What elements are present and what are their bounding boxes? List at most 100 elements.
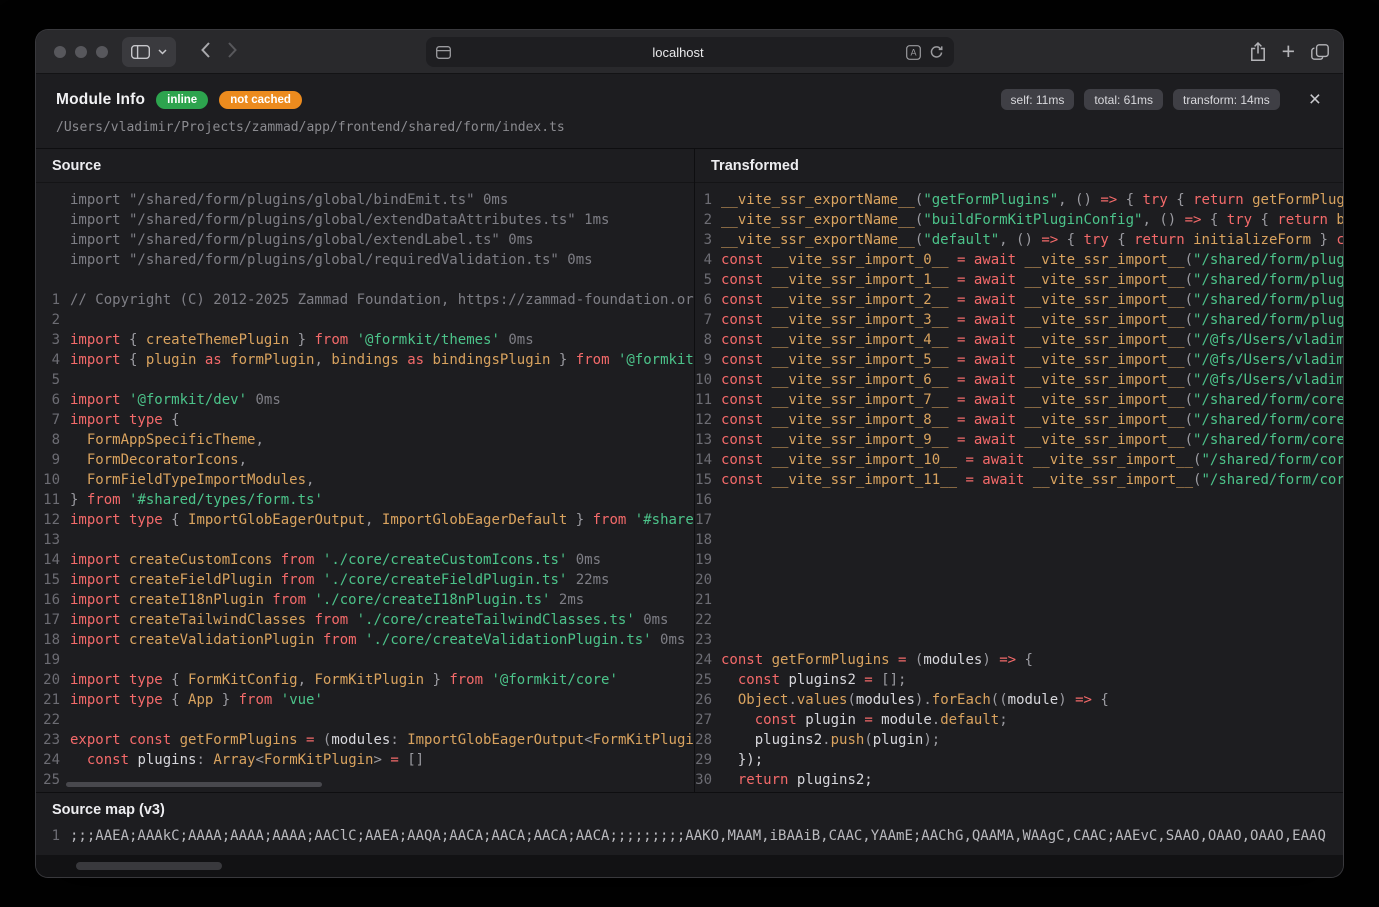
code-line-text: return plugins2;	[721, 770, 873, 790]
page-horizontal-scrollbar[interactable]	[76, 862, 222, 870]
reload-icon[interactable]	[929, 45, 944, 60]
code-line-text: const __vite_ssr_import_8__ = await __vi…	[721, 410, 1343, 430]
code-line-text: import "/shared/form/plugins/global/exte…	[70, 230, 534, 250]
line-number: 28	[695, 730, 721, 750]
code-line: 14import createCustomIcons from './core/…	[36, 550, 694, 570]
page-icon[interactable]	[436, 46, 451, 59]
code-line: 3__vite_ssr_exportName__("default", () =…	[695, 230, 1343, 250]
code-line: import "/shared/form/plugins/global/requ…	[36, 250, 694, 270]
line-number: 13	[36, 530, 70, 550]
code-line: 30 return plugins2;	[695, 770, 1343, 790]
code-line: 5	[36, 370, 694, 390]
line-number: 18	[36, 630, 70, 650]
code-line-text: import createValidationPlugin from './co…	[70, 630, 685, 650]
code-line-text: const __vite_ssr_import_10__ = await __v…	[721, 450, 1343, 470]
sidebar-toggle-button[interactable]	[122, 37, 176, 67]
code-line: 2__vite_ssr_exportName__("buildFormKitPl…	[695, 210, 1343, 230]
zoom-window-button[interactable]	[96, 46, 108, 58]
back-button[interactable]	[192, 38, 219, 65]
line-number: 6	[36, 390, 70, 410]
line-number: 12	[695, 410, 721, 430]
code-line: 25	[36, 770, 694, 790]
code-line-text: // Copyright (C) 2012-2025 Zammad Founda…	[70, 290, 694, 310]
line-number: 20	[695, 570, 721, 590]
window-controls	[54, 46, 108, 58]
code-line: 25 const plugins2 = [];	[695, 670, 1343, 690]
code-line: 17import createTailwindClasses from './c…	[36, 610, 694, 630]
line-number	[36, 230, 70, 250]
code-line-text: import createTailwindClasses from './cor…	[70, 610, 668, 630]
code-line: 6const __vite_ssr_import_2__ = await __v…	[695, 290, 1343, 310]
browser-toolbar: localhost A	[36, 30, 1343, 74]
line-number: 1	[36, 290, 70, 310]
page-bottom-scroll-track	[36, 855, 1343, 877]
line-number: 10	[36, 470, 70, 490]
line-number: 27	[695, 710, 721, 730]
code-line: 28 plugins2.push(plugin);	[695, 730, 1343, 750]
transformed-code: 1__vite_ssr_exportName__("getFormPlugins…	[695, 183, 1343, 792]
code-line: 20import type { FormKitConfig, FormKitPl…	[36, 670, 694, 690]
line-number: 15	[695, 470, 721, 490]
code-line: 24const getFormPlugins = (modules) => {	[695, 650, 1343, 670]
code-line-text: const __vite_ssr_import_4__ = await __vi…	[721, 330, 1343, 350]
minimize-window-button[interactable]	[75, 46, 87, 58]
line-number: 21	[695, 590, 721, 610]
address-bar[interactable]: localhost A	[426, 37, 954, 67]
code-line-text: import { createThemePlugin } from '@form…	[70, 330, 534, 350]
code-line-text: import '@formkit/dev' 0ms	[70, 390, 281, 410]
code-line-text: FormFieldTypeImportModules,	[70, 470, 314, 490]
forward-button[interactable]	[219, 38, 246, 65]
close-button[interactable]: ×	[1307, 89, 1323, 110]
code-line: 2	[36, 310, 694, 330]
module-info-page: Module Info inline not cached self: 11ms…	[36, 74, 1343, 877]
close-window-button[interactable]	[54, 46, 66, 58]
code-line: 6import '@formkit/dev' 0ms	[36, 390, 694, 410]
url-text: localhost	[451, 45, 906, 60]
tab-overview-button[interactable]	[1311, 44, 1329, 60]
page-title: Module Info	[56, 91, 145, 109]
code-line: 16	[695, 490, 1343, 510]
line-number: 29	[695, 750, 721, 770]
module-file-path: /Users/vladimir/Projects/zammad/app/fron…	[56, 120, 1323, 135]
line-number: 26	[695, 690, 721, 710]
code-line-text: const __vite_ssr_import_2__ = await __vi…	[721, 290, 1343, 310]
code-line: 4const __vite_ssr_import_0__ = await __v…	[695, 250, 1343, 270]
code-line-text: const __vite_ssr_import_7__ = await __vi…	[721, 390, 1343, 410]
code-line-text: __vite_ssr_exportName__("buildFormKitPlu…	[721, 210, 1343, 230]
code-line: 19	[36, 650, 694, 670]
line-number: 1	[695, 190, 721, 210]
line-number: 23	[695, 630, 721, 650]
line-number: 18	[695, 530, 721, 550]
line-number: 19	[695, 550, 721, 570]
code-line: 23	[695, 630, 1343, 650]
line-number: 1	[36, 826, 70, 846]
code-line: 27 const plugin = module.default;	[695, 710, 1343, 730]
share-button[interactable]	[1250, 42, 1266, 61]
code-line: 4import { plugin as formPlugin, bindings…	[36, 350, 694, 370]
line-number: 17	[36, 610, 70, 630]
line-number: 20	[36, 670, 70, 690]
sourcemap-line: 1 ;;;AAEA;AAAkC;AAAA;AAAA;AAAA;AAClC;AAE…	[36, 826, 1343, 846]
line-number: 16	[36, 590, 70, 610]
line-number: 7	[695, 310, 721, 330]
code-line-text: });	[721, 750, 763, 770]
code-line-text: import createI18nPlugin from './core/cre…	[70, 590, 584, 610]
line-number: 8	[695, 330, 721, 350]
translate-icon[interactable]: A	[906, 45, 921, 60]
line-number: 25	[695, 670, 721, 690]
code-line: 20	[695, 570, 1343, 590]
code-line: 18	[695, 530, 1343, 550]
status-badge-inline: inline	[156, 91, 208, 109]
line-number: 15	[36, 570, 70, 590]
line-number: 4	[695, 250, 721, 270]
code-line-text: const __vite_ssr_import_3__ = await __vi…	[721, 310, 1343, 330]
code-line-text: import type {	[70, 410, 180, 430]
line-number: 3	[695, 230, 721, 250]
code-line: 1// Copyright (C) 2012-2025 Zammad Found…	[36, 290, 694, 310]
source-horizontal-scrollbar[interactable]	[66, 782, 322, 787]
line-number: 11	[695, 390, 721, 410]
line-number: 25	[36, 770, 70, 790]
code-line-text: import type { App } from 'vue'	[70, 690, 323, 710]
code-line: 15const __vite_ssr_import_11__ = await _…	[695, 470, 1343, 490]
new-tab-button[interactable]: +	[1282, 40, 1295, 63]
